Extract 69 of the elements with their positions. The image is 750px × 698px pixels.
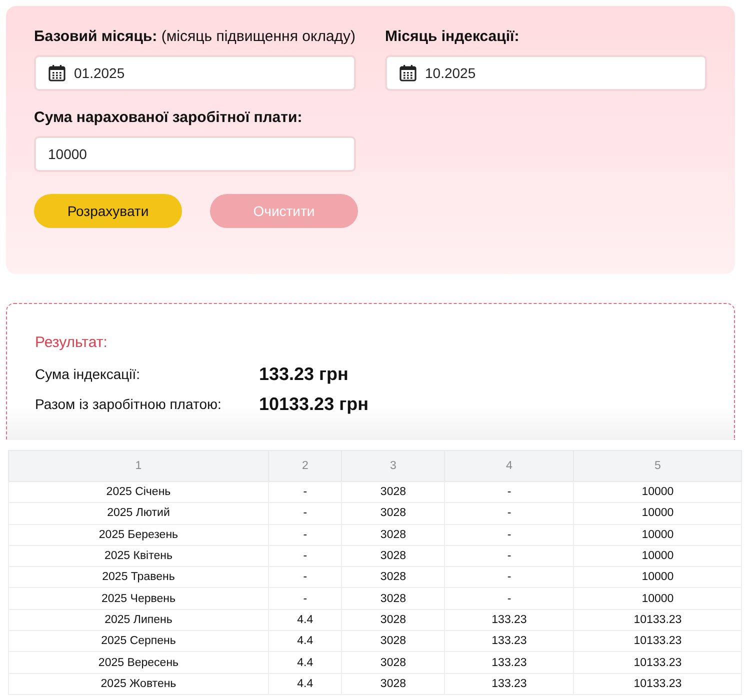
table-cell: 3028 (342, 652, 445, 674)
table-cell: 3028 (342, 482, 445, 503)
table-cell: 4.4 (268, 630, 342, 652)
column-header: 1 (8, 450, 268, 482)
table-cell: 4.4 (268, 652, 342, 674)
table-cell: 3028 (342, 609, 445, 631)
date-field[interactable]: 01.2025 (34, 55, 356, 91)
table-cell: 10133.23 (574, 630, 742, 652)
table-cell: - (268, 566, 342, 588)
result-title: Результат: (35, 334, 108, 351)
table-cell: - (268, 588, 342, 610)
table-cell: 10000 (574, 524, 742, 546)
table-cell: 133.23 (444, 652, 574, 674)
table-cell: 2025 Серпень (8, 630, 268, 652)
calendar-icon (48, 64, 66, 82)
table-cell: 3028 (342, 630, 445, 652)
result-value: 133.23 грн (259, 364, 350, 384)
table-cell: 2025 Жовтень (8, 673, 268, 694)
table-cell: 2025 Травень (8, 566, 268, 588)
table-cell: - (444, 566, 574, 588)
table-cell: 133.23 (444, 673, 574, 694)
table-cell: - (268, 482, 342, 503)
table-cell: 10000 (574, 588, 742, 610)
table-cell: 3028 (342, 673, 445, 694)
field-label: Сума нарахованої заробітної плати: (34, 109, 304, 126)
column-header: 5 (574, 450, 742, 482)
table-cell: 4.4 (268, 609, 342, 631)
table-cell: 2025 Липень (8, 609, 268, 631)
column-header: 4 (444, 450, 574, 482)
table-cell: 3028 (342, 524, 445, 546)
table-cell: 2025 Червень (8, 588, 268, 610)
table-cell: 4.4 (268, 673, 342, 694)
field-label: Базовий місяць: (місяць підвищення окладу) (34, 28, 356, 45)
calendar-icon (399, 64, 417, 82)
table-cell: 3028 (342, 566, 445, 588)
table-cell: - (444, 545, 574, 567)
table-cell: 10133.23 (574, 609, 742, 631)
table-cell: - (268, 502, 342, 524)
table-cell: 2025 Березень (8, 524, 268, 546)
table-cell: 10133.23 (574, 673, 742, 694)
table-cell: 10000 (574, 502, 742, 524)
table-cell: 133.23 (444, 609, 574, 631)
input-field[interactable]: 10000 (34, 136, 356, 172)
table-cell: - (268, 545, 342, 567)
table-cell: 10000 (574, 545, 742, 567)
table-cell: 3028 (342, 545, 445, 567)
table-cell: 2025 Вересень (8, 652, 268, 674)
table-cell: - (444, 482, 574, 503)
column-header: 3 (342, 450, 445, 482)
date-field[interactable]: 10.2025 (385, 55, 707, 91)
column-header: 2 (268, 450, 342, 482)
table-cell: 2025 Січень (8, 482, 268, 503)
field-label: Місяць індексації: (385, 28, 520, 45)
table-cell: 2025 Лютий (8, 502, 268, 524)
table-cell: - (444, 524, 574, 546)
result-label: Разом із заробітною платою: (35, 396, 222, 412)
table-cell: 10000 (574, 482, 742, 503)
table-cell: 10000 (574, 566, 742, 588)
table-cell: 3028 (342, 502, 445, 524)
table-cell: 2025 Квітень (8, 545, 268, 567)
table-cell: - (444, 588, 574, 610)
table-cell: - (268, 524, 342, 546)
table-cell: 133.23 (444, 630, 574, 652)
result-value: 10133.23 грн (259, 394, 370, 414)
table-cell: - (444, 502, 574, 524)
table-cell: 3028 (342, 588, 445, 610)
table-cell: 10133.23 (574, 652, 742, 674)
calculate-button[interactable]: Розрахувати (34, 194, 182, 228)
result-label: Сума індексації: (35, 366, 142, 382)
